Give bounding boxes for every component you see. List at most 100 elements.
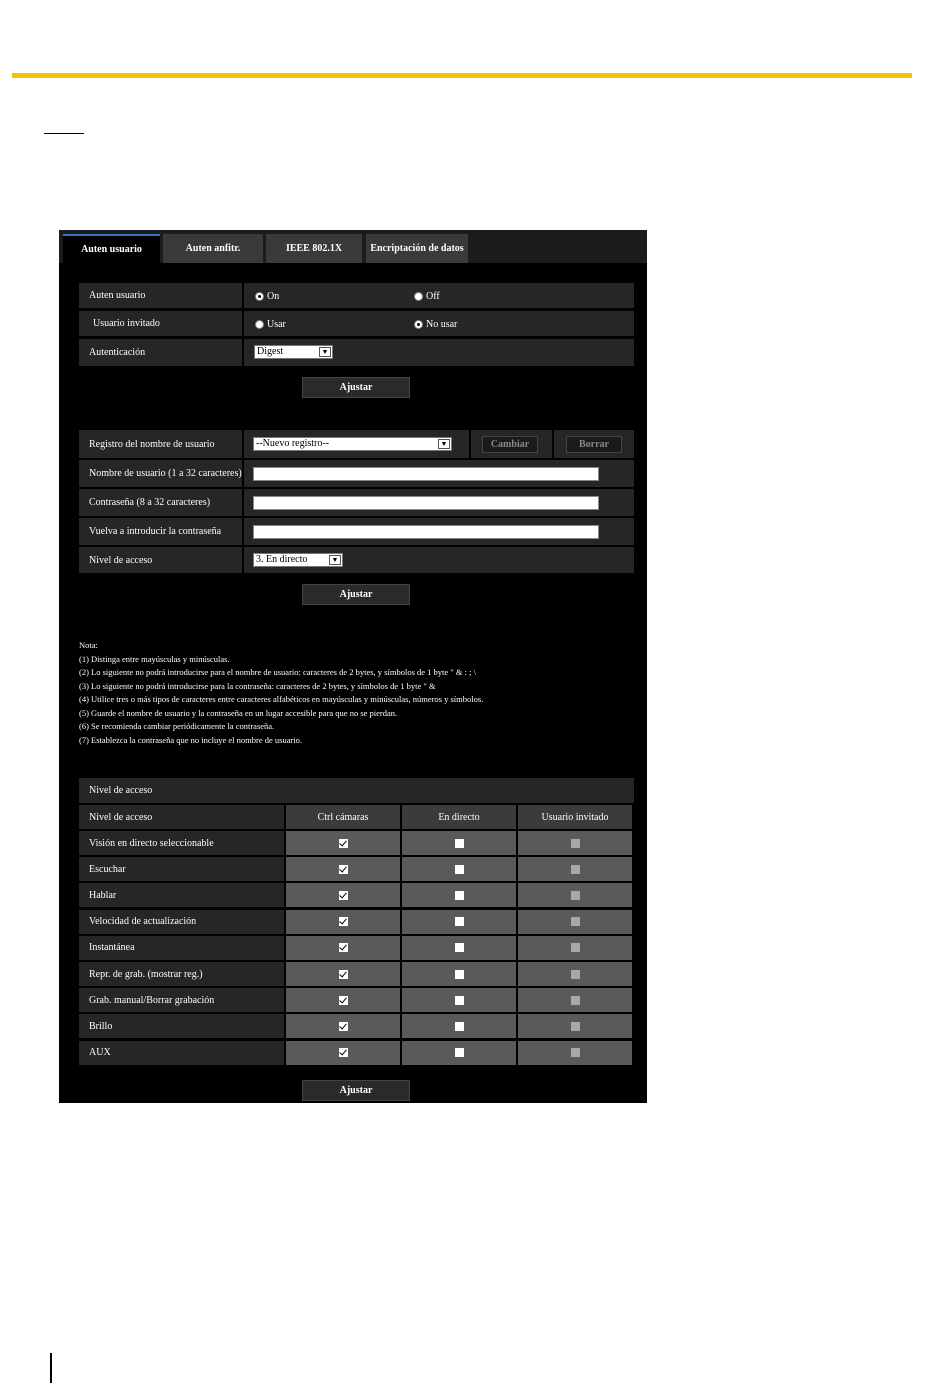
delete-button[interactable]: Borrar — [566, 436, 622, 453]
note-line: (4) Utilice tres o más tipos de caracter… — [79, 694, 484, 704]
unchecked-checkbox[interactable] — [454, 838, 464, 848]
row-label-cell: Hablar — [79, 883, 284, 908]
username-input[interactable] — [253, 467, 599, 481]
matrix-set-button[interactable]: Ajustar — [302, 1080, 410, 1101]
section-underline — [44, 133, 84, 134]
row-label-cell: Grab. manual/Borrar grabación — [79, 988, 284, 1013]
note-line: Nota: — [79, 640, 98, 650]
tab-encriptacion[interactable]: Encriptación de datos — [366, 234, 468, 263]
permission-cell — [286, 909, 400, 934]
user-auth-on-radio[interactable]: On — [255, 291, 279, 302]
password-input[interactable] — [253, 496, 599, 510]
radio-on-icon — [414, 320, 423, 329]
authentication-row: Autenticación Digest ▼ — [79, 339, 634, 366]
checked-checkbox — [338, 1021, 348, 1031]
permission-cell — [518, 962, 632, 986]
access-level-label: Nivel de acceso — [89, 554, 153, 566]
tab-auten-anfitr[interactable]: Auten anfitr. — [163, 234, 263, 263]
row-divider — [242, 460, 244, 487]
unchecked-checkbox[interactable] — [570, 864, 580, 874]
authentication-label: Autenticación — [89, 347, 146, 358]
unchecked-checkbox[interactable] — [570, 838, 580, 848]
unchecked-checkbox[interactable] — [570, 890, 580, 900]
row-divider — [242, 311, 244, 336]
permission-cell — [286, 935, 400, 960]
unchecked-checkbox[interactable] — [570, 917, 580, 927]
table-row: AUX — [79, 1040, 634, 1065]
row-label-cell: Repr. de grab. (mostrar reg.) — [79, 962, 284, 986]
unchecked-checkbox[interactable] — [570, 943, 580, 953]
access-level-row: Nivel de acceso 3. En directo ▼ — [79, 547, 634, 573]
permission-cell — [402, 962, 516, 986]
password-confirm-input[interactable] — [253, 525, 599, 539]
row-label-cell: Instantánea — [79, 935, 284, 960]
user-set-button[interactable]: Ajustar — [302, 584, 410, 605]
permission-cell — [402, 935, 516, 960]
table-row: Repr. de grab. (mostrar reg.) — [79, 962, 634, 986]
row-divider — [242, 283, 244, 308]
tab-auten-usuario[interactable]: Auten usuario — [63, 234, 160, 263]
permission-cell — [286, 1014, 400, 1039]
unchecked-checkbox[interactable] — [454, 1021, 464, 1031]
user-auth-off-radio[interactable]: Off — [414, 291, 440, 302]
row-label: Brillo — [89, 1020, 113, 1032]
change-button[interactable]: Cambiar — [482, 436, 538, 453]
permission-cell — [402, 857, 516, 882]
note-line: (7) Establezca la contraseña que no incl… — [79, 734, 303, 745]
chevron-down-icon: ▼ — [438, 439, 450, 449]
user-auth-label: Auten usuario — [89, 290, 146, 301]
column-header: Usuario invitado — [518, 805, 632, 829]
guest-nouse-radio[interactable]: No usar — [414, 319, 457, 330]
checked-checkbox — [338, 864, 348, 874]
user-auth-settings-panel: Auten usuario Auten anfitr. IEEE 802.1X … — [59, 230, 647, 1103]
permission-cell — [402, 883, 516, 908]
row-divider — [242, 518, 244, 545]
permission-cell — [518, 935, 632, 960]
unchecked-checkbox[interactable] — [570, 995, 580, 1005]
row-label: Visión en directo seleccionable — [89, 837, 214, 849]
permission-cell — [402, 909, 516, 934]
unchecked-checkbox[interactable] — [454, 995, 464, 1005]
chevron-down-icon: ▼ — [329, 555, 341, 565]
guest-use-radio[interactable]: Usar — [255, 319, 286, 330]
permission-cell — [286, 988, 400, 1013]
unchecked-checkbox[interactable] — [454, 943, 464, 953]
row-label-cell: AUX — [79, 1040, 284, 1065]
row-label: Repr. de grab. (mostrar reg.) — [89, 968, 203, 980]
authentication-select[interactable]: Digest ▼ — [254, 345, 333, 359]
row-label: Hablar — [89, 889, 117, 901]
password-confirm-row: Vuelva a introducir la contraseña — [79, 518, 634, 545]
checked-checkbox — [338, 917, 348, 927]
permission-cell — [518, 857, 632, 882]
unchecked-checkbox[interactable] — [570, 1048, 580, 1058]
auth-set-button[interactable]: Ajustar — [302, 377, 410, 398]
unchecked-checkbox[interactable] — [570, 1021, 580, 1031]
unchecked-checkbox[interactable] — [570, 969, 580, 979]
radio-off-icon — [414, 292, 423, 301]
guest-user-row: Usuario invitado Usar No usar — [79, 311, 634, 336]
unchecked-checkbox[interactable] — [454, 890, 464, 900]
unchecked-checkbox[interactable] — [454, 864, 464, 874]
tab-ieee-8021x[interactable]: IEEE 802.1X — [266, 234, 362, 263]
note-line: (3) Lo siguiente no podrá introducirse p… — [79, 680, 436, 691]
user-registry-select[interactable]: --Nuevo registro-- ▼ — [253, 437, 452, 451]
header-label-text: Nivel de acceso — [89, 811, 153, 823]
permission-cell — [518, 831, 632, 855]
row-label: Instantánea — [89, 942, 135, 954]
access-level-select[interactable]: 3. En directo ▼ — [253, 553, 343, 567]
guest-user-label: Usuario invitado — [93, 318, 160, 329]
table-row: Brillo — [79, 1014, 634, 1039]
note-line: (1) Distinga entre mayúsculas y minúscul… — [79, 653, 230, 664]
matrix-header-label: Nivel de acceso — [79, 805, 284, 829]
table-row: Grab. manual/Borrar grabación — [79, 988, 634, 1013]
row-label: Grab. manual/Borrar grabación — [89, 994, 215, 1006]
radio-label: On — [267, 291, 280, 302]
unchecked-checkbox[interactable] — [454, 917, 464, 927]
checked-checkbox — [338, 838, 348, 848]
unchecked-checkbox[interactable] — [454, 1048, 464, 1058]
notes-block: Nota: (1) Distinga entre mayúsculas y mi… — [79, 639, 483, 747]
select-value: Digest — [257, 346, 284, 357]
user-registry-row: Registro del nombre de usuario --Nuevo r… — [79, 430, 634, 458]
unchecked-checkbox[interactable] — [454, 969, 464, 979]
checked-checkbox — [338, 890, 348, 900]
